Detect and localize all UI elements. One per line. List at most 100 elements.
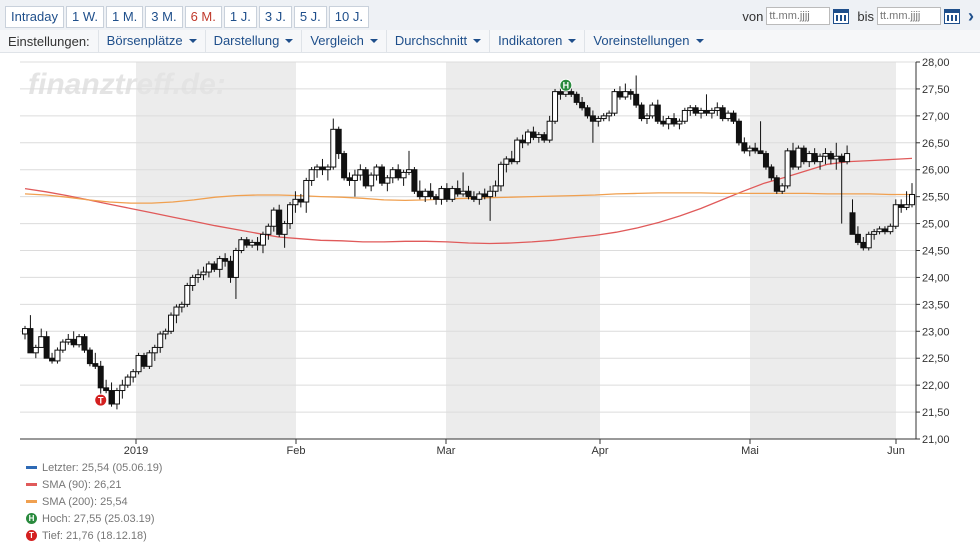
candle-body [168, 314, 175, 332]
candle-body [335, 128, 342, 155]
y-tick-label: 22,00 [922, 380, 950, 392]
candle-body [292, 198, 299, 206]
settings-menu[interactable]: Indikatoren [489, 30, 584, 52]
candle-body [265, 225, 272, 235]
candle-body [887, 225, 894, 233]
candle-body [49, 357, 56, 362]
candle-body [773, 177, 780, 192]
candle-body [108, 390, 115, 405]
candle-body [719, 107, 726, 120]
candle-body [27, 328, 34, 354]
candle-body [346, 177, 353, 181]
candle-body [238, 239, 245, 252]
candle-body [281, 223, 288, 235]
candle-body [643, 115, 650, 120]
candle-body [460, 190, 467, 195]
calendar-icon[interactable] [944, 8, 960, 24]
y-tick-label: 21,00 [922, 434, 950, 446]
settings-menu[interactable]: Vergleich [301, 30, 385, 52]
candle-body [76, 336, 83, 346]
settings-menu[interactable]: Börsenplätze [97, 30, 205, 52]
settings-menu[interactable]: Voreinstellungen [584, 30, 711, 52]
candle-body [351, 174, 358, 181]
candle-body [86, 349, 93, 365]
candle-body [378, 166, 385, 184]
candle-body [232, 250, 239, 278]
legend-item: T Tief: 21,76 (18.12.18) [26, 527, 162, 544]
candle-body [557, 91, 564, 95]
candle-body [497, 163, 504, 187]
settings-menu[interactable]: Durchschnitt [385, 30, 489, 52]
candle-body [579, 101, 586, 109]
settings-menu-label: Vergleich [310, 33, 364, 48]
range-button[interactable]: 3 J. [258, 6, 292, 28]
settings-menu-label: Durchschnitt [394, 33, 468, 48]
range-button[interactable]: 5 J. [293, 6, 327, 28]
range-button[interactable]: 1 M. [106, 6, 144, 28]
candle-body [508, 158, 515, 163]
candle-body [627, 91, 634, 95]
candle-body [449, 188, 456, 200]
candle-body [481, 193, 488, 198]
to-date-input[interactable] [877, 7, 941, 25]
candle-body [341, 153, 348, 179]
candle-body [849, 212, 856, 235]
range-button[interactable]: 10 J. [328, 6, 369, 28]
range-button[interactable]: 6 M. [184, 6, 222, 28]
candle-body [790, 150, 797, 168]
legend-text: SMA (200): 25,54 [42, 495, 128, 508]
candle-body [768, 166, 775, 179]
marker-label: T [98, 396, 104, 406]
settings-label: Einstellungen: [8, 33, 90, 49]
candle-body [681, 109, 688, 122]
range-selector: Intraday 1 W. 1 M. 3 M. 6 M. 1 J. 3 J. 5 J. 10 J… [5, 6, 371, 28]
candle-body [297, 198, 304, 203]
chevron-down-icon [568, 39, 577, 43]
x-tick-label: Feb [287, 445, 306, 457]
candle-body [319, 166, 326, 171]
candle-body [698, 109, 705, 114]
range-button[interactable]: 1 W. [65, 6, 104, 28]
candle-body [514, 139, 521, 163]
candle-body [103, 387, 110, 392]
settings-menu[interactable]: Darstellung [204, 30, 302, 52]
y-tick-label: 28,00 [922, 57, 950, 69]
candle-body [395, 169, 402, 179]
candle-body [703, 109, 710, 114]
candle-body [909, 193, 915, 206]
candle-body [903, 204, 910, 208]
from-date-input[interactable] [766, 7, 831, 25]
candle-body [633, 93, 640, 106]
candle-body [216, 258, 223, 270]
settings-menu-label: Börsenplätze [106, 33, 183, 48]
candle-body [38, 336, 45, 348]
candle-body [411, 169, 418, 192]
legend-swatch [26, 500, 37, 503]
candle-body [827, 153, 834, 160]
chevron-right-icon[interactable]: › [968, 7, 974, 25]
candle-body [205, 263, 212, 273]
candle-body [530, 131, 537, 138]
candle-body [151, 346, 158, 354]
candle-body [654, 104, 661, 122]
range-button[interactable]: 3 M. [145, 6, 183, 28]
candle-body [330, 128, 337, 168]
candle-body [314, 166, 321, 171]
candle-body [546, 120, 553, 141]
range-button[interactable]: Intraday [5, 6, 64, 28]
candle-body [406, 169, 413, 173]
candle-body [97, 365, 104, 389]
candle-body [362, 169, 369, 187]
candle-body [195, 274, 202, 278]
range-button[interactable]: 1 J. [223, 6, 257, 28]
candle-body [222, 258, 229, 262]
candle-body [178, 303, 185, 308]
y-tick-label: 22,50 [922, 353, 950, 365]
candle-body [43, 336, 50, 359]
candle-body [535, 134, 542, 138]
calendar-icon[interactable] [833, 8, 850, 24]
candle-body [708, 109, 715, 114]
settings-menu-label: Indikatoren [498, 33, 563, 48]
candle-body [276, 209, 283, 235]
candle-body [524, 131, 531, 144]
